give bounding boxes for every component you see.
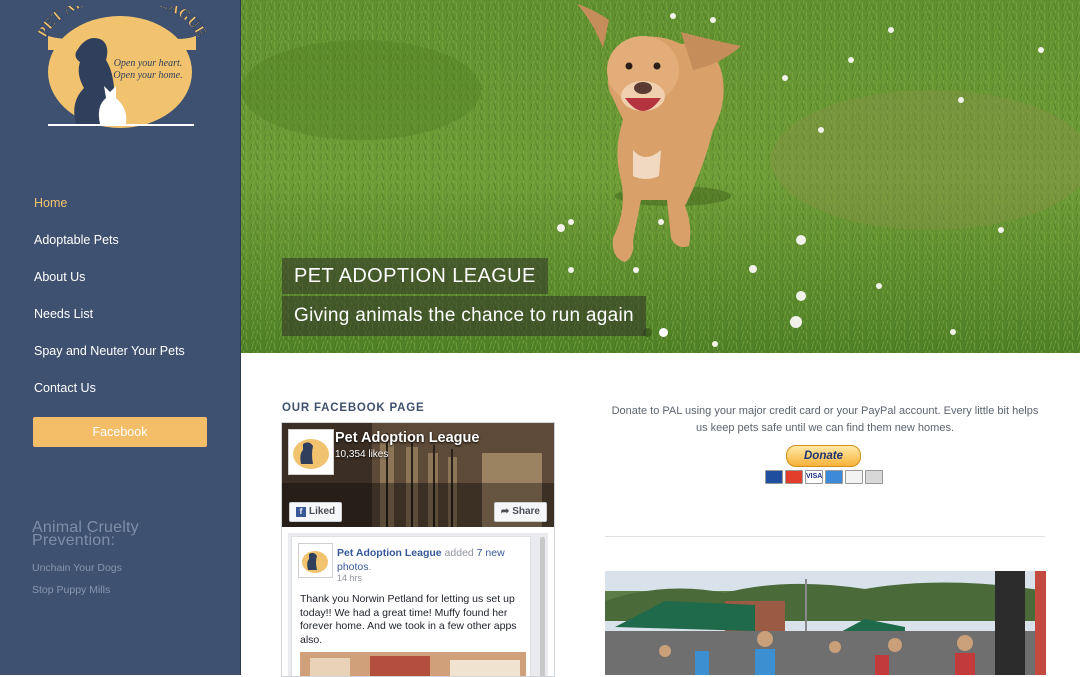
facebook-feed[interactable]: Pet Adoption League added 7 new photos. …	[288, 533, 548, 676]
facebook-logo-icon: f	[296, 507, 306, 517]
facebook-page-widget[interactable]: Pet Adoption League 10,354 likes f Liked …	[281, 422, 555, 677]
facebook-liked-button[interactable]: f Liked	[289, 502, 343, 522]
nav-item-needs-list[interactable]: Needs List	[34, 299, 185, 336]
link-unchain-your-dogs[interactable]: Unchain Your Dogs	[32, 562, 122, 574]
facebook-share-button[interactable]: ➦ Share	[493, 502, 547, 522]
paypal-donate-button[interactable]: Donate	[786, 445, 861, 467]
maestro-card-icon	[765, 470, 783, 484]
facebook-post-avatar[interactable]	[298, 543, 333, 578]
facebook-button[interactable]: Facebook	[33, 417, 207, 447]
facebook-share-label: Share	[512, 506, 540, 517]
payment-cards: VISA	[765, 470, 883, 484]
adoption-event-photo[interactable]	[605, 571, 1046, 675]
facebook-post-author[interactable]: Pet Adoption League	[337, 547, 442, 559]
logo-tagline-1: Open your heart.	[114, 58, 183, 69]
bank-card-icon	[865, 470, 883, 484]
facebook-post-time[interactable]: 14 hrs	[337, 573, 362, 583]
facebook-likes-count: 10,354 likes	[335, 449, 389, 460]
facebook-post-action: added	[444, 547, 474, 559]
main-nav: Home Adoptable Pets About Us Needs List …	[34, 188, 185, 410]
facebook-section-heading: OUR FACEBOOK PAGE	[282, 402, 425, 414]
pet-adoption-league-logo[interactable]: PET ADOPTION LEAGUE Open your heart. Ope…	[30, 0, 210, 130]
sidebar: PET ADOPTION LEAGUE Open your heart. Ope…	[0, 0, 241, 675]
facebook-post-header: Pet Adoption League added 7 new photos.	[337, 547, 505, 573]
nav-item-spay-neuter[interactable]: Spay and Neuter Your Pets	[34, 336, 185, 373]
discover-card-icon	[845, 470, 863, 484]
hero-subtitle: Giving animals the chance to run again	[282, 296, 646, 336]
facebook-page-name[interactable]: Pet Adoption League	[335, 430, 479, 446]
facebook-cover-photo[interactable]: Pet Adoption League 10,354 likes f Liked …	[282, 423, 554, 527]
facebook-page-avatar[interactable]	[288, 429, 334, 475]
cruelty-prevention-title: Animal Cruelty Prevention:	[32, 519, 139, 549]
visa-card-icon: VISA	[805, 470, 823, 484]
nav-item-contact-us[interactable]: Contact Us	[34, 373, 185, 410]
share-icon: ➦	[500, 506, 510, 517]
hero-title: PET ADOPTION LEAGUE	[282, 258, 548, 294]
nav-item-adoptable-pets[interactable]: Adoptable Pets	[34, 225, 185, 262]
facebook-feed-scrollbar[interactable]	[540, 537, 545, 676]
facebook-post-photo[interactable]	[300, 652, 526, 676]
facebook-post: Pet Adoption League added 7 new photos. …	[291, 536, 531, 676]
link-stop-puppy-mills[interactable]: Stop Puppy Mills	[32, 584, 110, 596]
amex-card-icon	[825, 470, 843, 484]
facebook-post-text: Thank you Norwin Petland for letting us …	[300, 593, 517, 646]
mastercard-card-icon	[785, 470, 803, 484]
nav-item-home[interactable]: Home	[34, 188, 185, 225]
donate-description: Donate to PAL using your major credit ca…	[611, 405, 1039, 434]
content-divider	[605, 536, 1045, 537]
facebook-liked-label: Liked	[309, 506, 336, 517]
nav-item-about-us[interactable]: About Us	[34, 262, 185, 299]
logo-tagline-2: Open your home.	[113, 70, 182, 81]
slider-dot-2[interactable]	[659, 328, 668, 337]
